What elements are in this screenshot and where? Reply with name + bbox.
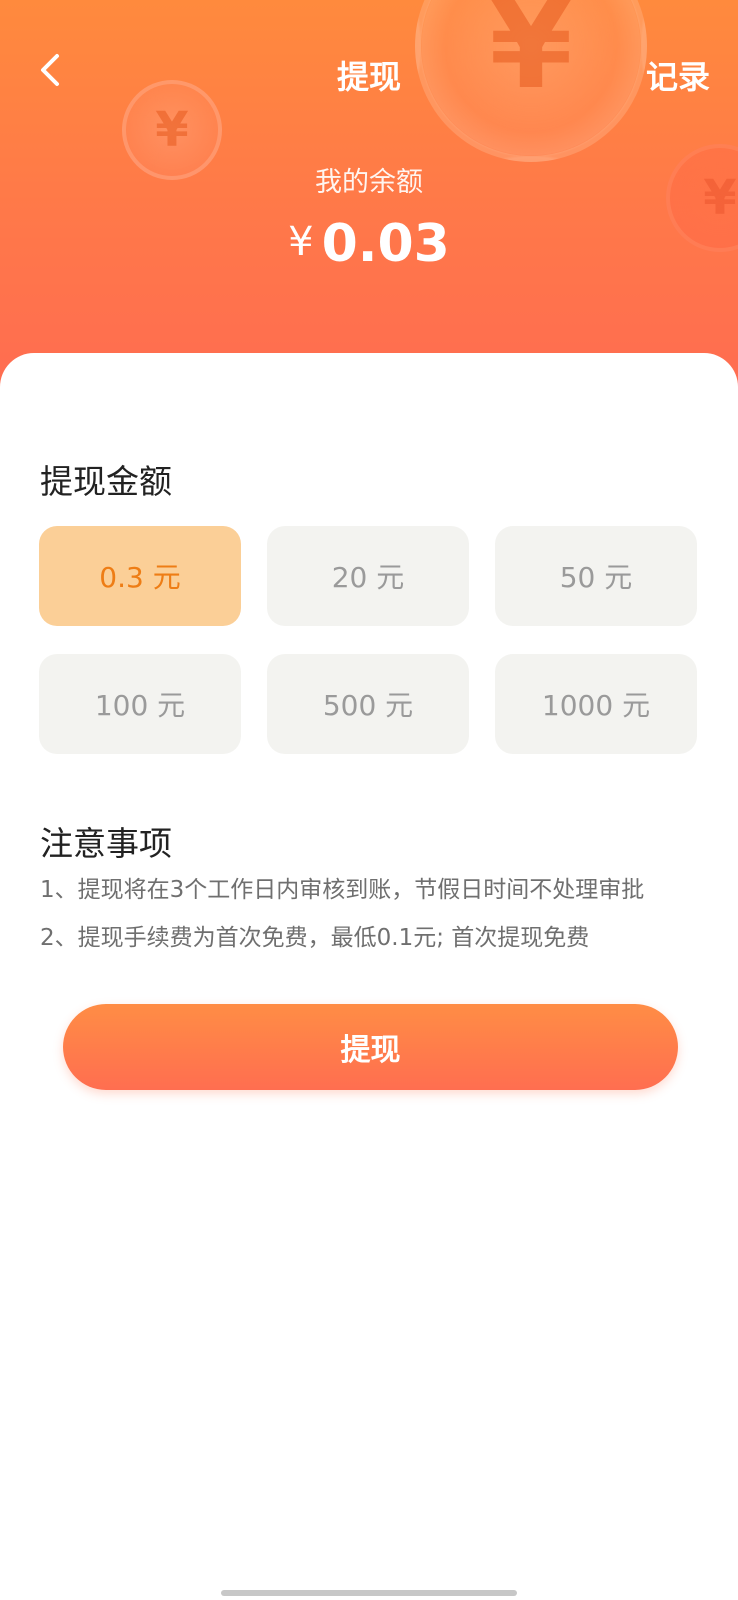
currency-symbol: ¥	[288, 219, 314, 265]
amount-option[interactable]: 0.3 元	[39, 526, 241, 626]
notes-section-title: 注意事项	[40, 824, 172, 863]
amount-option[interactable]: 100 元	[39, 654, 241, 754]
balance-value: 0.03	[321, 214, 450, 274]
note-item: 1、提现将在3个工作日内审核到账，节假日时间不处理审批	[40, 877, 645, 903]
note-item: 2、提现手续费为首次免费，最低0.1元; 首次提现免费	[40, 925, 590, 951]
page-title: 提现	[336, 58, 401, 96]
amount-section-title: 提现金额	[40, 462, 172, 501]
amount-option[interactable]: 1000 元	[495, 654, 697, 754]
balance-amount: ¥0.03	[0, 214, 738, 274]
records-link[interactable]: 记录	[646, 52, 710, 98]
amount-option[interactable]: 50 元	[495, 526, 697, 626]
balance-label: 我的余额	[315, 167, 423, 198]
amount-option[interactable]: 20 元	[267, 526, 469, 626]
amount-options-grid: 0.3 元 20 元 50 元 100 元 500 元 1000 元	[39, 526, 699, 754]
notes-list: 1、提现将在3个工作日内审核到账，节假日时间不处理审批 2、提现手续费为首次免费…	[40, 866, 720, 962]
home-indicator	[221, 1590, 517, 1596]
withdraw-button[interactable]: 提现	[63, 1004, 678, 1090]
amount-option[interactable]: 500 元	[267, 654, 469, 754]
